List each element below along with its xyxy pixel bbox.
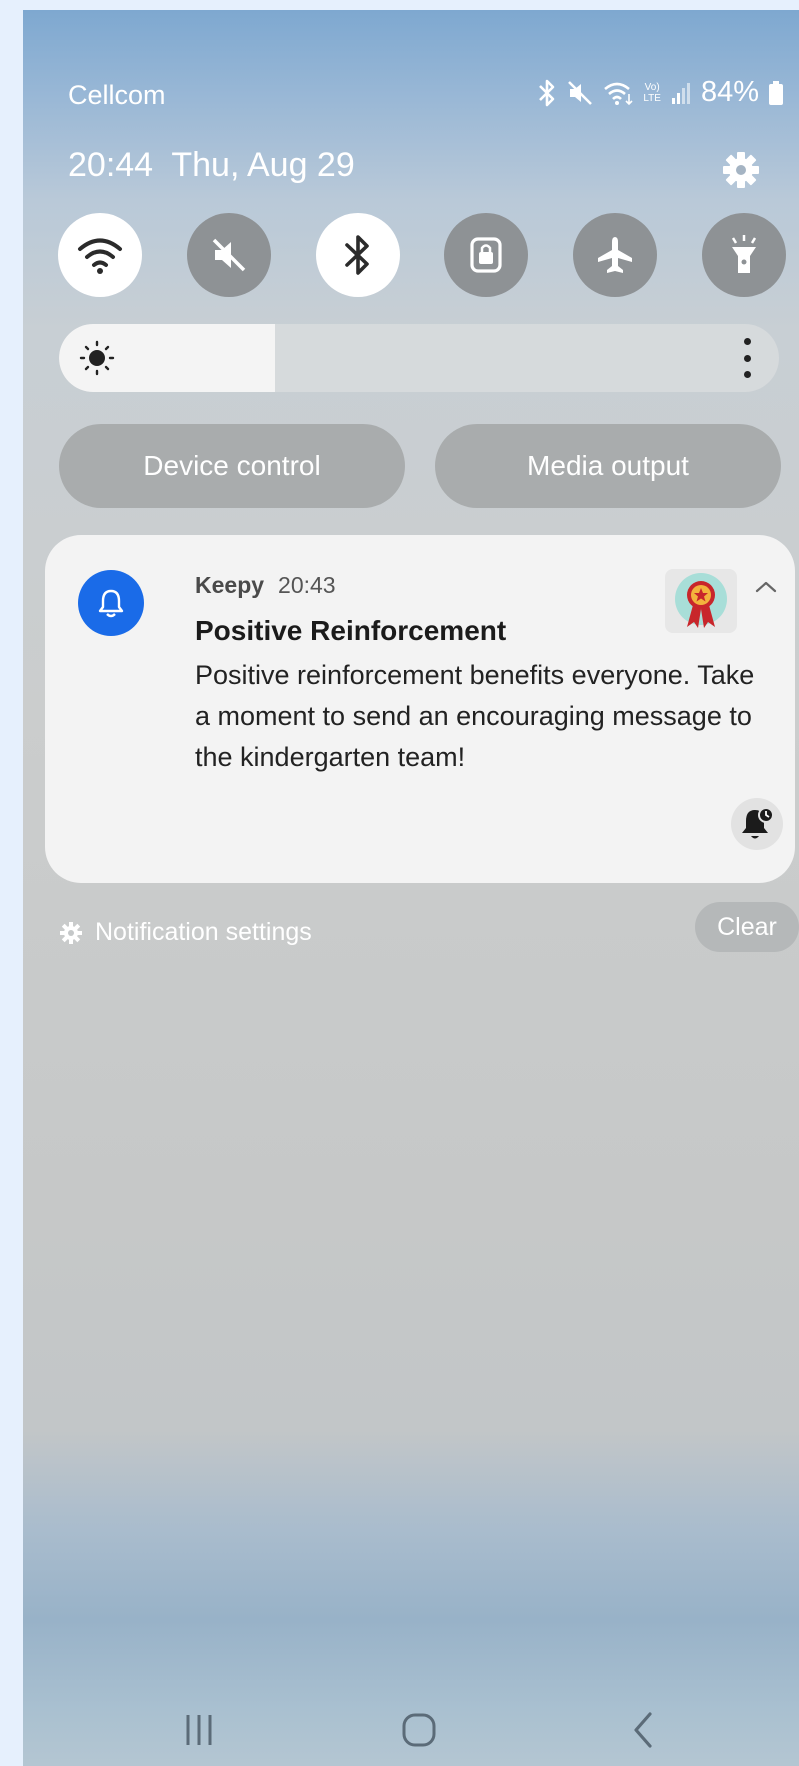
mute-icon xyxy=(568,80,593,105)
lock-icon xyxy=(470,237,502,273)
battery-percent: 84% xyxy=(700,76,759,108)
notification-title: Positive Reinforcement xyxy=(195,615,507,646)
volte-label-top: Vo) xyxy=(644,81,660,93)
carrier-name: Cellcom xyxy=(68,80,166,110)
flashlight-toggle[interactable] xyxy=(701,213,786,297)
app-icon xyxy=(78,570,144,636)
airplane-mode-toggle[interactable] xyxy=(573,213,658,297)
wifi-icon xyxy=(78,238,122,274)
back-button[interactable] xyxy=(613,1700,673,1760)
status-icons: Vo) LTE 84% xyxy=(537,76,783,109)
sound-toggle[interactable] xyxy=(186,213,271,297)
notification-header: Keepy 20:43 xyxy=(195,572,336,599)
bell-icon xyxy=(98,589,124,618)
notification-card[interactable]: Keepy 20:43 Positive Reinforcement Positi… xyxy=(45,535,795,883)
sun-icon xyxy=(79,340,115,376)
status-bar: Cellcom Vo) LTE 84% xyxy=(68,68,783,120)
volte-label-bottom: LTE xyxy=(643,92,661,104)
clear-button[interactable]: Clear xyxy=(695,902,799,952)
collapse-button[interactable] xyxy=(751,575,781,599)
navigation-bar xyxy=(23,1700,799,1760)
gear-icon xyxy=(60,921,82,944)
battery-icon xyxy=(769,80,783,105)
recents-icon xyxy=(186,1715,212,1745)
gear-icon xyxy=(723,152,759,188)
notification-settings-link[interactable]: Notification settings xyxy=(59,918,312,947)
flashlight-icon xyxy=(731,235,757,273)
notification-thumbnail xyxy=(665,569,737,633)
back-icon xyxy=(634,1712,652,1748)
snooze-bell-icon xyxy=(742,807,774,839)
notification-body: Positive reinforcement benefits everyone… xyxy=(195,660,755,772)
notification-settings-label: Notification settings xyxy=(95,918,312,946)
award-ribbon-icon xyxy=(675,573,727,628)
settings-button[interactable] xyxy=(719,148,763,192)
airplane-icon xyxy=(598,237,633,273)
signal-icon xyxy=(671,82,690,104)
date-text: Thu, Aug 29 xyxy=(171,146,355,184)
home-button[interactable] xyxy=(389,1700,449,1760)
bluetooth-icon xyxy=(344,235,369,275)
more-vertical-icon[interactable] xyxy=(741,338,753,378)
clock-time: 20:44 xyxy=(68,146,154,184)
rotation-lock-toggle[interactable] xyxy=(444,213,529,297)
mute-icon xyxy=(212,238,246,272)
quick-settings-row xyxy=(58,213,786,297)
bluetooth-toggle[interactable] xyxy=(315,213,400,297)
home-icon xyxy=(402,1713,436,1747)
notification-time: 20:43 xyxy=(278,572,336,598)
notification-shade: Cellcom Vo) LTE 84% 20:44 Thu, Aug 29 De… xyxy=(23,10,799,1766)
bluetooth-icon xyxy=(539,79,555,106)
volte-icon: Vo) LTE xyxy=(643,82,661,104)
brightness-slider[interactable] xyxy=(59,324,779,392)
clock-date[interactable]: 20:44 Thu, Aug 29 xyxy=(68,146,355,185)
app-name: Keepy xyxy=(195,572,265,598)
wifi-toggle[interactable] xyxy=(58,213,142,297)
snooze-button[interactable] xyxy=(731,798,783,850)
wifi-icon xyxy=(604,82,633,105)
chevron-up-icon xyxy=(755,581,777,593)
device-control-button[interactable]: Device control xyxy=(59,424,405,508)
media-output-button[interactable]: Media output xyxy=(435,424,781,508)
recents-button[interactable] xyxy=(169,1700,229,1760)
